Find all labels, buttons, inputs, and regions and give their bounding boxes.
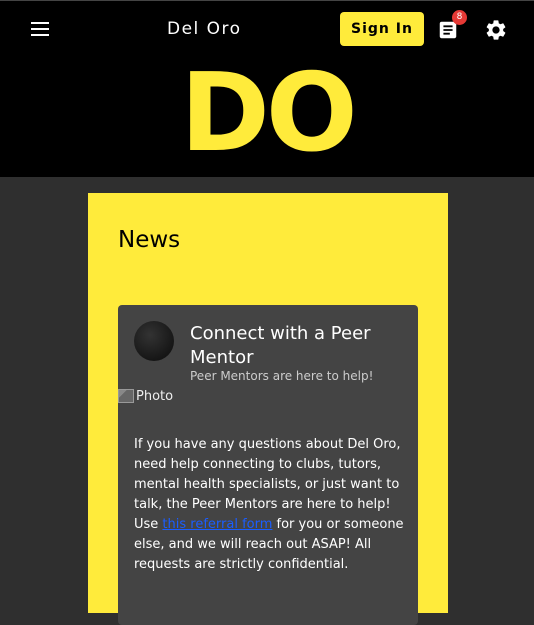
card-subtitle: Peer Mentors are here to help! xyxy=(190,369,374,383)
top-app-bar: Del Oro Sign In 8 xyxy=(0,0,534,57)
menu-line xyxy=(31,34,49,36)
referral-form-link[interactable]: this referral form xyxy=(162,517,272,532)
gear-icon[interactable] xyxy=(484,18,508,42)
hero-banner: DO xyxy=(0,57,534,177)
news-panel: News Connect with a Peer Mentor Peer Men… xyxy=(88,193,448,625)
news-card: Connect with a Peer Mentor Peer Mentors … xyxy=(118,305,418,625)
photo-alt-text: Photo xyxy=(136,388,174,404)
card-title: Connect with a Peer Mentor xyxy=(190,323,371,368)
avatar xyxy=(134,321,174,361)
sign-in-button[interactable]: Sign In xyxy=(340,12,424,46)
card-photo: Photo xyxy=(118,387,173,405)
news-heading: News xyxy=(118,227,181,253)
menu-line xyxy=(31,28,49,30)
site-title[interactable]: Del Oro xyxy=(167,19,242,39)
notification-badge: 8 xyxy=(452,10,467,25)
menu-icon[interactable] xyxy=(28,19,52,39)
school-logo: DO xyxy=(180,51,357,176)
broken-image-icon xyxy=(118,389,134,403)
card-body: If you have any questions about Del Oro,… xyxy=(134,435,406,575)
menu-line xyxy=(31,22,49,24)
